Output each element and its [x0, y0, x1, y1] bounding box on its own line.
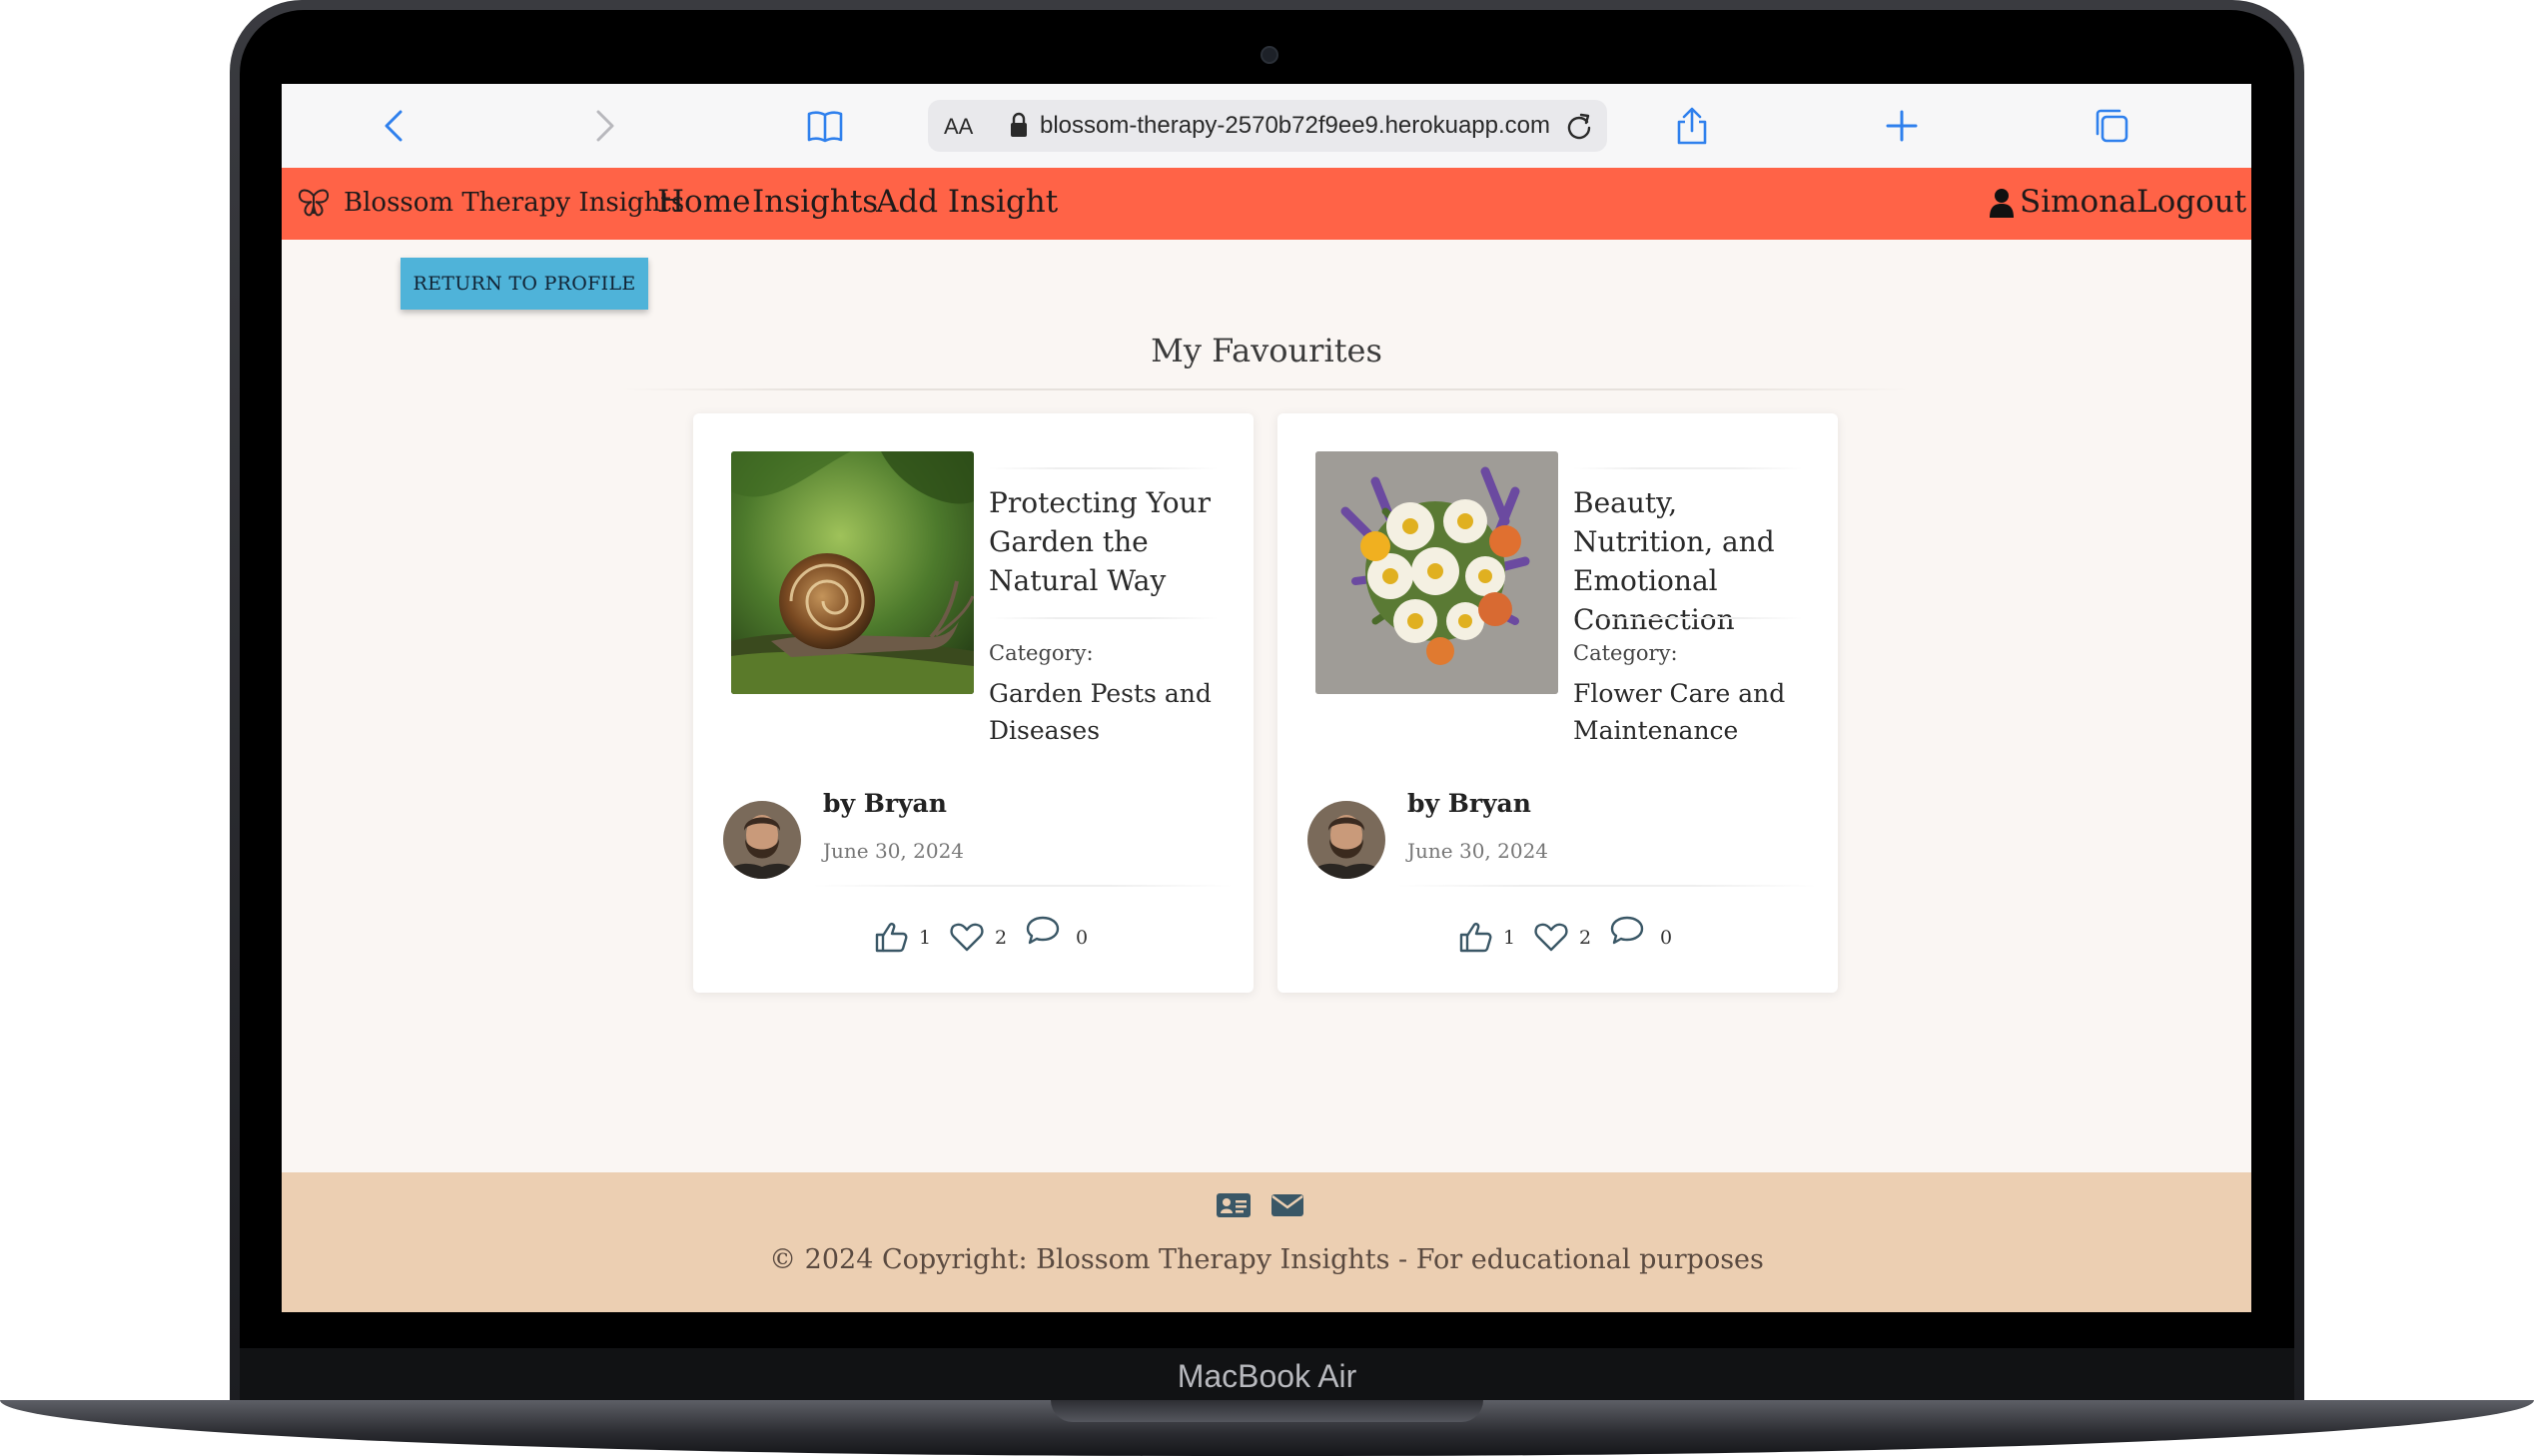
- category-label: Category:: [1573, 641, 1678, 665]
- return-to-profile-button[interactable]: RETURN TO PROFILE: [401, 258, 648, 310]
- author-avatar: [1307, 801, 1385, 879]
- divider: [1573, 467, 1803, 469]
- nav-home[interactable]: Home: [657, 184, 750, 220]
- browser-toolbar: AA blossom-therapy-2570b72f9ee9.herokuap…: [282, 84, 2251, 168]
- heart-icon[interactable]: [949, 919, 985, 955]
- new-tab-icon[interactable]: [1880, 104, 1924, 148]
- text-size-button[interactable]: AA: [944, 114, 973, 140]
- thumbs-up-icon[interactable]: [873, 919, 909, 955]
- nav-logout[interactable]: Logout: [2136, 184, 2246, 220]
- comment-icon[interactable]: [1025, 913, 1061, 949]
- post-date: June 30, 2024: [1407, 839, 1549, 863]
- card-stats: 1 2 0: [1277, 916, 1838, 959]
- site-navbar: Blossom Therapy Insights Home Insights A…: [282, 168, 2251, 240]
- divider: [1397, 885, 1817, 887]
- url-text: blossom-therapy-2570b72f9ee9.herokuapp.c…: [1040, 112, 1550, 139]
- favourite-card[interactable]: Beauty, Nutrition, and Emotional Connect…: [1277, 413, 1838, 993]
- butterfly-icon: [298, 189, 330, 217]
- heart-icon[interactable]: [1533, 919, 1569, 955]
- lock-icon: [1011, 112, 1027, 137]
- site-footer: © 2024 Copyright: Blossom Therapy Insigh…: [282, 1172, 2251, 1312]
- thumbs-up-icon[interactable]: [1457, 919, 1493, 955]
- author-avatar: [723, 801, 801, 879]
- author-name: by Bryan: [1407, 789, 1531, 818]
- favourite-card[interactable]: Protecting Your Garden the Natural Way C…: [693, 413, 1254, 993]
- share-icon[interactable]: [1670, 104, 1714, 148]
- flower-bouquet-photo[interactable]: [1315, 451, 1558, 694]
- reload-icon[interactable]: [1563, 110, 1595, 142]
- nav-add-insight[interactable]: Add Insight: [876, 184, 1058, 220]
- contact-card-icon[interactable]: [1216, 1190, 1252, 1220]
- post-date: June 30, 2024: [823, 839, 965, 863]
- laptop-notch: [1051, 1400, 1483, 1422]
- device-label: MacBook Air: [1177, 1358, 1357, 1394]
- comments-count: 0: [1076, 927, 1089, 949]
- screen: AA blossom-therapy-2570b72f9ee9.herokuap…: [282, 84, 2251, 1312]
- comment-icon[interactable]: [1609, 913, 1645, 949]
- favourites-count: 2: [995, 927, 1008, 949]
- user-icon: [1990, 189, 2014, 218]
- card-title[interactable]: Beauty, Nutrition, and Emotional Connect…: [1573, 483, 1823, 639]
- comments-count: 0: [1660, 927, 1673, 949]
- back-icon[interactable]: [374, 104, 418, 148]
- category-value: Garden Pests and Diseases: [989, 679, 1212, 745]
- tabs-overview-icon[interactable]: [2090, 104, 2133, 148]
- category-value: Flower Care and Maintenance: [1573, 679, 1786, 745]
- brand-link[interactable]: Blossom Therapy Insights: [344, 188, 684, 218]
- copyright-text: © 2024 Copyright: Blossom Therapy Insigh…: [769, 1244, 1764, 1275]
- camera: [1261, 46, 1278, 64]
- forward-icon[interactable]: [581, 104, 625, 148]
- divider: [989, 617, 1219, 619]
- divider: [1573, 617, 1803, 619]
- category-label: Category:: [989, 641, 1094, 665]
- author-name: by Bryan: [823, 789, 947, 818]
- favourites-count: 2: [1579, 927, 1592, 949]
- address-bar[interactable]: AA blossom-therapy-2570b72f9ee9.herokuap…: [928, 100, 1607, 152]
- card-stats: 1 2 0: [693, 916, 1254, 959]
- divider: [989, 467, 1219, 469]
- snail-photo[interactable]: [731, 451, 974, 694]
- envelope-icon[interactable]: [1269, 1190, 1305, 1220]
- likes-count: 1: [919, 927, 932, 949]
- nav-insights[interactable]: Insights: [752, 184, 878, 220]
- divider: [621, 388, 1910, 390]
- nav-user-profile[interactable]: Simona: [2020, 184, 2137, 220]
- card-title[interactable]: Protecting Your Garden the Natural Way: [989, 483, 1239, 600]
- page-title: My Favourites: [1151, 332, 1382, 369]
- divider: [813, 885, 1233, 887]
- likes-count: 1: [1503, 927, 1516, 949]
- bookmarks-icon[interactable]: [803, 104, 847, 148]
